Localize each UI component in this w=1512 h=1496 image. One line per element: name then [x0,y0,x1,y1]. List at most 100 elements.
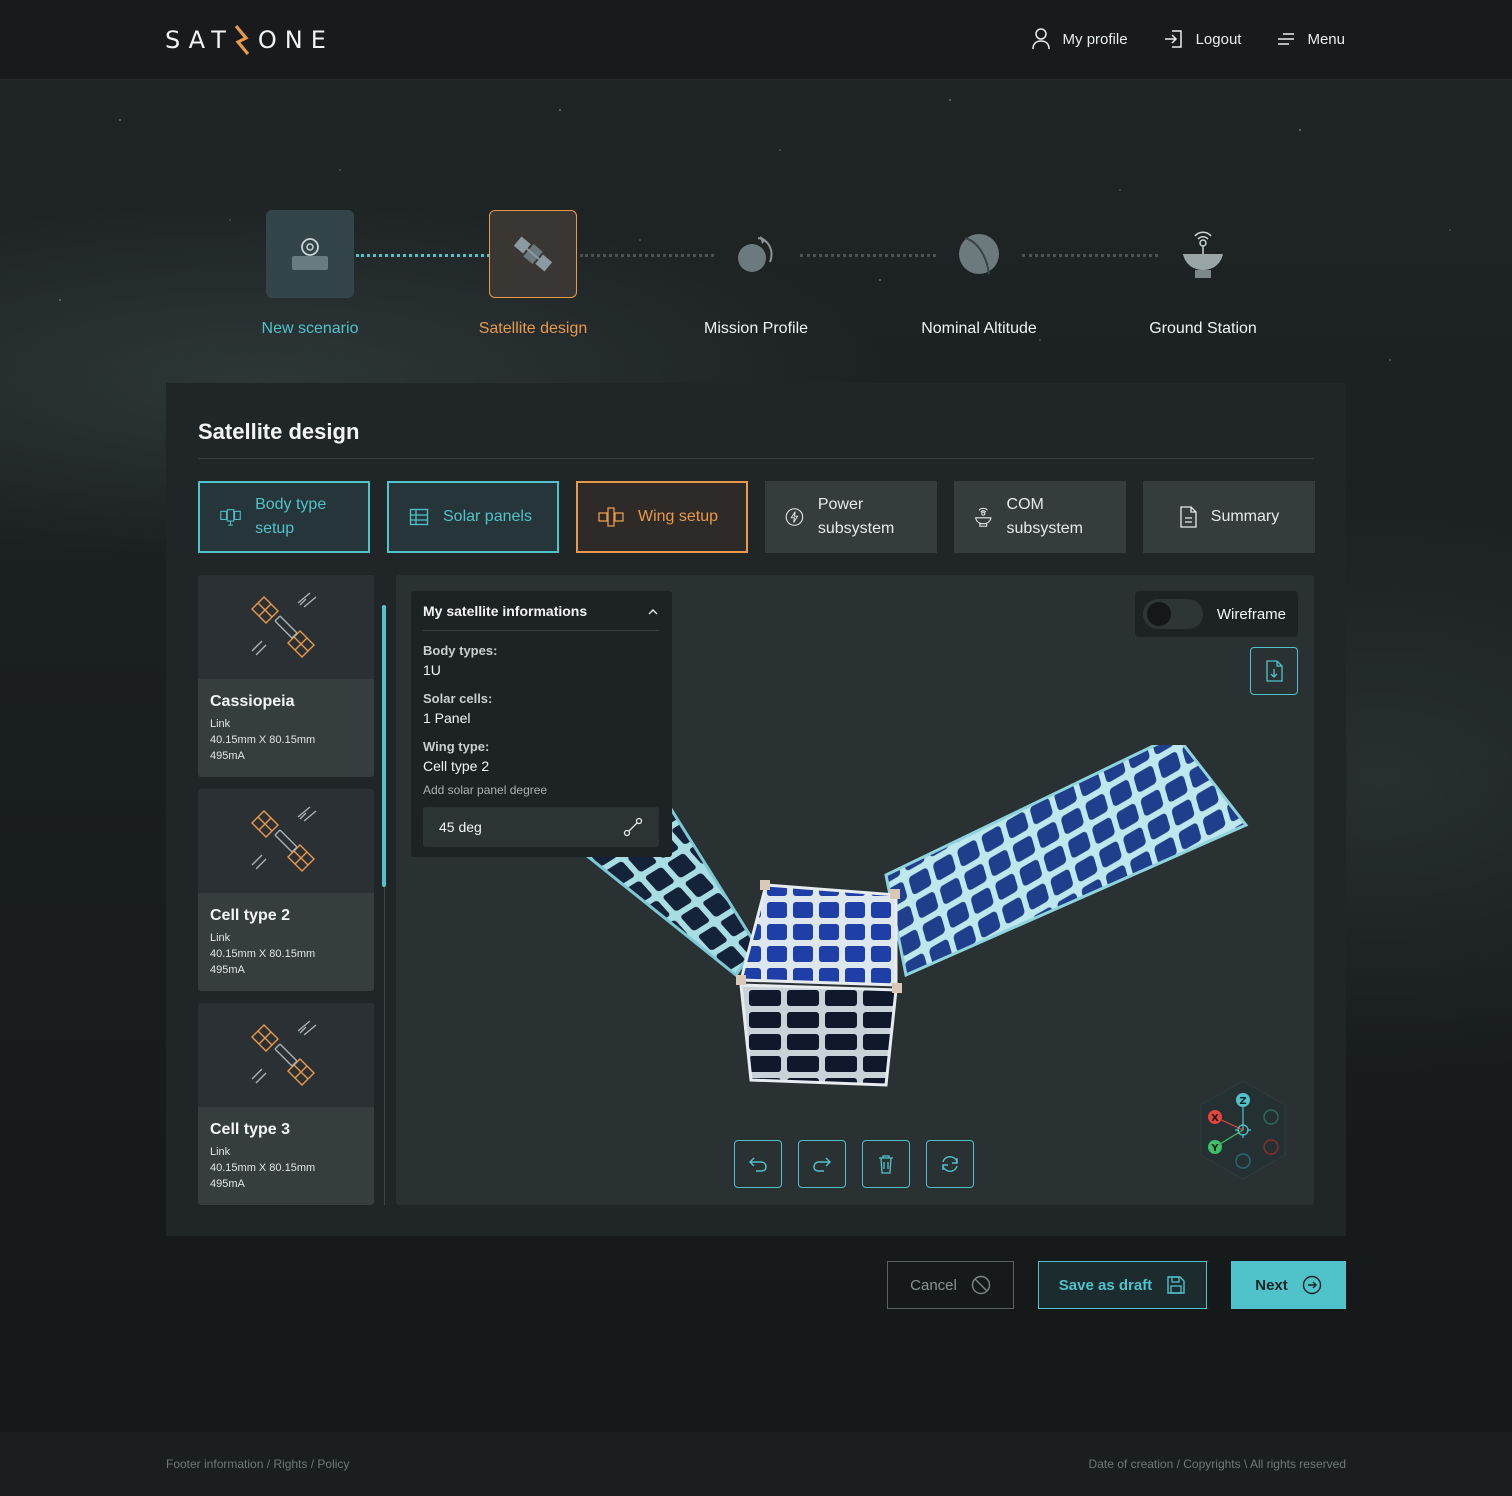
list-scrollbar-thumb[interactable] [382,605,386,887]
card-current: 495mA [210,964,245,976]
card-link[interactable]: Link [210,1144,362,1160]
satellite-outline-icon [251,592,317,658]
solar-cells-label: Solar cells: [423,691,493,706]
page-title: Satellite design [198,419,360,444]
tab-label: Wing setup [638,508,719,525]
info-panel-title: My satellite informations [423,603,588,619]
step-label: Mission Profile [703,320,809,337]
delete-button[interactable] [862,1140,910,1188]
degree-value: 45 deg [439,819,482,835]
logout-icon [1164,30,1182,48]
card-link[interactable]: Link [210,716,362,732]
planet-icon [959,234,999,275]
logout-link[interactable]: Logout [1164,29,1242,49]
card-dimensions: 40.15mm X 80.15mm [210,948,316,960]
download-file-icon [1266,660,1283,682]
undo-button[interactable] [734,1140,782,1188]
card-current: 495mA [210,1178,245,1190]
axis-y-label: Y [1210,1143,1219,1154]
wing-type-value: Cell type 2 [423,758,490,774]
cell-type-list: Cassiopeia Link 40.15mm X 80.15mm 495mA … [198,575,374,1205]
chevron-up-icon[interactable] [647,606,659,618]
menu-label: Menu [1307,30,1345,48]
scenario-stepper: New scenario Satellite design Mission Pr… [0,200,1512,360]
redo-icon [813,1157,831,1172]
design-tabs: Body type setup Solar panels Wing setup … [198,481,1315,553]
tab-solar-panels[interactable]: Solar panels [387,481,559,553]
3d-viewer[interactable]: My satellite informations Body types: 1U… [396,575,1314,1205]
tab-label: Body type setup [255,496,327,537]
redo-button[interactable] [798,1140,846,1188]
panel-degree-input[interactable]: 45 deg [423,807,659,847]
antenna-icon [975,507,992,527]
solar-panel-icon [409,508,429,526]
card-thumbnail [198,1003,374,1107]
footer-left[interactable]: Footer information / Rights / Policy [166,1457,349,1471]
step-icon-box [1159,210,1247,298]
wireframe-toggle[interactable]: Wireframe [1135,591,1298,637]
refresh-icon [942,1156,958,1172]
tab-power-subsystem[interactable]: Power subsystem [765,481,937,553]
step-new-scenario[interactable]: New scenario [210,210,410,338]
download-button[interactable] [1250,647,1298,695]
cancel-button[interactable]: Cancel [887,1261,1014,1309]
menu-button[interactable]: Menu [1277,31,1345,48]
step-label: Satellite design [478,320,588,337]
footer-right: Date of creation / Copyrights \ All righ… [1088,1457,1346,1471]
save-draft-label: Save as draft [1058,1276,1153,1294]
card-meta: Link 40.15mm X 80.15mm 495mA [210,930,362,978]
bolt-circle-icon [785,508,804,526]
tab-label: COM subsystem [1006,496,1083,537]
satellite-outline-icon [251,806,317,872]
step-label: Ground Station [1149,320,1257,337]
body-types-value: 1U [423,662,441,678]
step-label: New scenario [261,320,359,337]
tab-summary[interactable]: Summary [1143,481,1315,553]
logo-text-left: SAT [165,26,234,54]
rotate-reset-button[interactable] [926,1140,974,1188]
step-nominal-altitude[interactable]: Nominal Altitude [879,210,1079,338]
body-types-label: Body types: [423,643,498,658]
axis-x-label: X [1211,1113,1219,1124]
step-mission-profile[interactable]: Mission Profile [656,210,856,338]
step-ground-station[interactable]: Ground Station [1103,210,1303,338]
planet-orbit-icon [738,236,773,272]
card-dimensions: 40.15mm X 80.15mm [210,734,316,746]
card-title: Cell type 2 [210,907,291,924]
card-link[interactable]: Link [210,930,362,946]
card-title: Cell type 3 [210,1121,291,1138]
next-label: Next [1255,1276,1288,1294]
step-icon-box [266,210,354,298]
tab-com-subsystem[interactable]: COM subsystem [954,481,1126,553]
logo-bolt-icon [234,24,250,56]
tab-label: Power subsystem [817,496,895,537]
satone-logo[interactable]: SAT ONE [165,24,334,56]
card-meta: Link 40.15mm X 80.15mm 495mA [210,716,362,764]
solar-cells-value: 1 Panel [423,710,471,726]
axis-gizmo[interactable]: Z X Y [1188,1075,1298,1185]
cell-card-type-3[interactable]: Cell type 3 Link 40.15mm X 80.15mm 495mA [198,1003,374,1205]
cell-card-cassiopeia[interactable]: Cassiopeia Link 40.15mm X 80.15mm 495mA [198,575,374,777]
tab-body-type-setup[interactable]: Body type setup [198,481,370,553]
my-profile-link[interactable]: My profile [1031,28,1128,50]
logout-label: Logout [1195,30,1242,48]
tab-wing-setup[interactable]: Wing setup [576,481,748,553]
wing-icon [598,507,624,527]
ban-icon [971,1275,991,1295]
step-satellite-design[interactable]: Satellite design [433,210,633,338]
info-panel-header[interactable]: My satellite informations [423,603,659,631]
dish-icon [1183,231,1223,278]
next-button[interactable]: Next [1231,1261,1346,1309]
my-profile-label: My profile [1062,30,1128,48]
arrow-right-circle-icon [1302,1275,1321,1295]
degree-hint: Add solar panel degree [423,783,548,797]
toggle-switch[interactable] [1143,599,1203,629]
cell-card-type-2[interactable]: Cell type 2 Link 40.15mm X 80.15mm 495mA [198,789,374,991]
save-draft-button[interactable]: Save as draft [1038,1261,1207,1309]
menu-icon [1278,33,1295,45]
step-icon-box [935,210,1023,298]
divider [198,458,1314,459]
angle-handle-icon[interactable] [623,817,643,837]
satellite-info-panel: My satellite informations Body types: 1U… [411,591,672,857]
tab-label: Summary [1210,508,1280,525]
